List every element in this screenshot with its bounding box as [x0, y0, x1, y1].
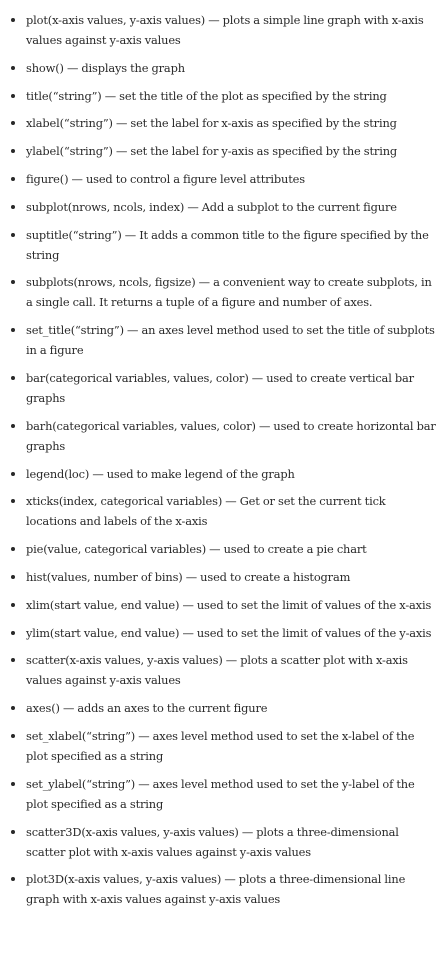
list-item-text: title(“string”) — set the title of the p…	[26, 88, 387, 103]
list-item-text: pie(value, categorical variables) — used…	[26, 542, 367, 557]
bullet-icon	[11, 499, 15, 504]
list-item-text: scatter(x-axis values, y-axis values) — …	[26, 653, 408, 688]
bullet-icon	[11, 280, 15, 285]
bullet-icon	[11, 93, 15, 98]
list-item: legend(loc) — used to make legend of the…	[0, 464, 442, 484]
list-item: set_ylabel(“string”) — axes level method…	[0, 774, 442, 814]
bullet-icon	[11, 781, 15, 786]
bullet-icon	[11, 658, 15, 663]
article-content: plot(x-axis values, y-axis values) — plo…	[0, 0, 442, 962]
list-item: subplot(nrows, ncols, index) — Add a sub…	[0, 197, 442, 217]
list-item: xlim(start value, end value) — used to s…	[0, 595, 442, 615]
list-item-text: figure() — used to control a figure leve…	[26, 171, 305, 186]
list-item: subplots(nrows, ncols, figsize) — a conv…	[0, 272, 442, 312]
bullet-icon	[11, 829, 15, 834]
bullet-icon	[11, 574, 15, 579]
list-item: xlabel(“string”) — set the label for x-a…	[0, 113, 442, 133]
bullet-icon	[11, 149, 15, 154]
list-item-text: bar(categorical variables, values, color…	[26, 370, 414, 405]
list-item: plot(x-axis values, y-axis values) — plo…	[0, 10, 442, 50]
bullet-icon	[11, 877, 15, 882]
bullet-icon	[11, 471, 15, 476]
bullet-icon	[11, 547, 15, 552]
list-item: ylabel(“string”) — set the label for y-a…	[0, 141, 442, 161]
list-item: title(“string”) — set the title of the p…	[0, 86, 442, 106]
list-item-text: xlabel(“string”) — set the label for x-a…	[26, 116, 397, 131]
list-item-text: subplots(nrows, ncols, figsize) — a conv…	[26, 275, 432, 310]
list-item: axes() — adds an axes to the current fig…	[0, 698, 442, 718]
list-item: plot3D(x-axis values, y-axis values) — p…	[0, 869, 442, 909]
list-item-text: plot3D(x-axis values, y-axis values) — p…	[26, 872, 406, 907]
list-item: show() — displays the graph	[0, 58, 442, 78]
bullet-icon	[11, 204, 15, 209]
list-item: ylim(start value, end value) — used to s…	[0, 623, 442, 643]
list-item-text: xlim(start value, end value) — used to s…	[26, 597, 432, 612]
bullet-icon	[11, 65, 15, 70]
bullet-icon	[11, 733, 15, 738]
bullet-icon	[11, 375, 15, 380]
list-item: barh(categorical variables, values, colo…	[0, 416, 442, 456]
list-item-text: legend(loc) — used to make legend of the…	[26, 466, 295, 481]
list-item-text: barh(categorical variables, values, colo…	[26, 418, 436, 453]
list-item-text: set_ylabel(“string”) — axes level method…	[26, 776, 415, 811]
list-item-text: plot(x-axis values, y-axis values) — plo…	[26, 13, 424, 47]
list-item: suptitle(“string”) — It adds a common ti…	[0, 225, 442, 265]
list-item-text: xticks(index, categorical variables) — G…	[26, 494, 386, 529]
list-item: scatter(x-axis values, y-axis values) — …	[0, 650, 442, 690]
list-item-text: scatter3D(x-axis values, y-axis values) …	[26, 824, 399, 859]
list-item: hist(values, number of bins) — used to c…	[0, 567, 442, 587]
list-item: scatter3D(x-axis values, y-axis values) …	[0, 822, 442, 862]
bullet-icon	[11, 423, 15, 428]
bullet-icon	[11, 176, 15, 181]
list-item: xticks(index, categorical variables) — G…	[0, 491, 442, 531]
function-list: plot(x-axis values, y-axis values) — plo…	[0, 10, 442, 917]
list-item-text: subplot(nrows, ncols, index) — Add a sub…	[26, 199, 397, 214]
list-item-text: suptitle(“string”) — It adds a common ti…	[26, 227, 429, 262]
bullet-icon	[11, 328, 15, 333]
list-item-text: set_xlabel(“string”) — axes level method…	[26, 728, 415, 763]
bullet-icon	[11, 121, 15, 126]
bullet-icon	[11, 630, 15, 635]
list-item: set_xlabel(“string”) — axes level method…	[0, 726, 442, 766]
list-item: pie(value, categorical variables) — used…	[0, 539, 442, 559]
list-item: figure() — used to control a figure leve…	[0, 169, 442, 189]
list-item-text: set_title(“string”) — an axes level meth…	[26, 323, 435, 358]
list-item-text: hist(values, number of bins) — used to c…	[26, 569, 351, 584]
bullet-icon	[11, 602, 15, 607]
list-item-text: ylim(start value, end value) — used to s…	[26, 625, 432, 640]
bullet-icon	[11, 18, 15, 22]
bullet-icon	[11, 232, 15, 237]
list-item: set_title(“string”) — an axes level meth…	[0, 320, 442, 360]
bullet-icon	[11, 706, 15, 711]
list-item-text: ylabel(“string”) — set the label for y-a…	[26, 144, 398, 159]
list-item-text: axes() — adds an axes to the current fig…	[26, 701, 268, 716]
list-item: bar(categorical variables, values, color…	[0, 368, 442, 408]
list-item-text: show() — displays the graph	[26, 60, 185, 75]
